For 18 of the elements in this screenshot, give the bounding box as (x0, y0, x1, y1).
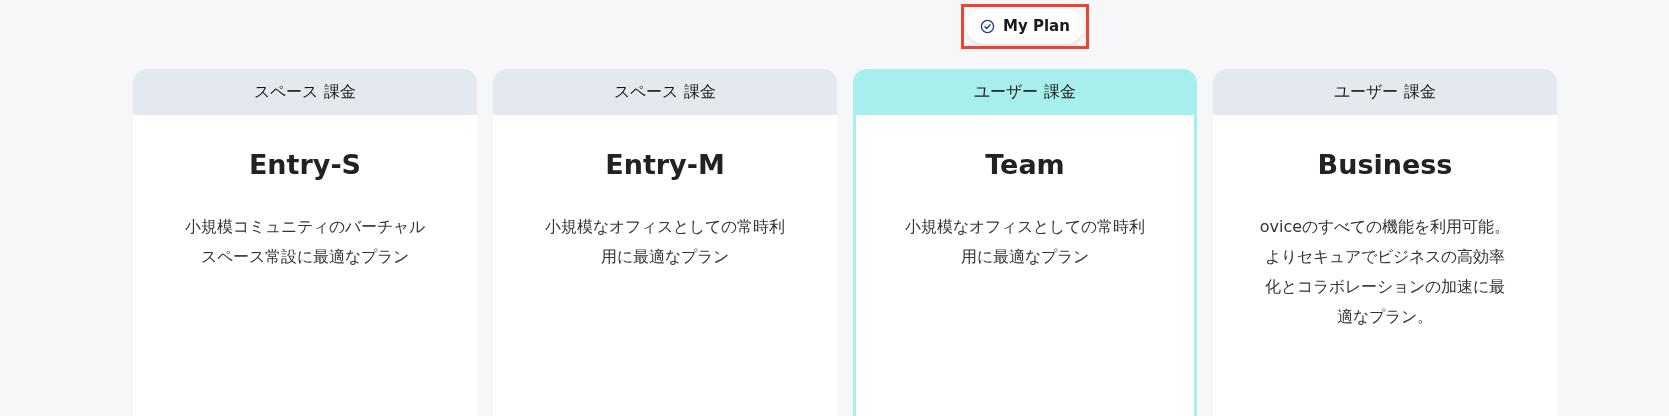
plan-name: Business (1317, 148, 1453, 182)
plan-name: Team (985, 148, 1065, 182)
plan-name: Entry-S (248, 148, 362, 182)
billing-header: スペース 課金 (493, 69, 837, 115)
plan-description: 小規模なオフィスとしての常時利 用に最適なプラン (905, 215, 1145, 268)
check-circle-icon (980, 18, 996, 34)
plan-description: 小規模コミュニティのバーチャル スペース常設に最適なプラン (185, 215, 425, 268)
billing-header: スペース 課金 (133, 69, 477, 115)
billing-header: ユーザー 課金 (1213, 69, 1557, 115)
badge-label: My Plan (1003, 16, 1070, 37)
plan-card[interactable]: ユーザー 課金 Business oviceのすべての機能を利用可能。 よりセキュアでビジネスの高効率 化とコラボレーションの加速に最 適なプラン。 (1213, 69, 1557, 416)
plan-card[interactable]: スペース 課金 Entry-S 小規模コミュニティのバーチャル スペース常設に最適なプラン (133, 69, 477, 416)
plan-name: Entry-M (605, 148, 725, 182)
billing-header: ユーザー 課金 (856, 69, 1194, 115)
plan-card[interactable]: ユーザー 課金 Team 小規模なオフィスとしての常時利 用に最適なプラン (853, 69, 1197, 416)
plan-card[interactable]: スペース 課金 Entry-M 小規模なオフィスとしての常時利 用に最適なプラン (493, 69, 837, 416)
plan-description: oviceのすべての機能を利用可能。 よりセキュアでビジネスの高効率 化とコラボレーションの加速に最 適なプラン。 (1259, 215, 1511, 328)
plan-description: 小規模なオフィスとしての常時利 用に最適なプラン (545, 215, 785, 268)
